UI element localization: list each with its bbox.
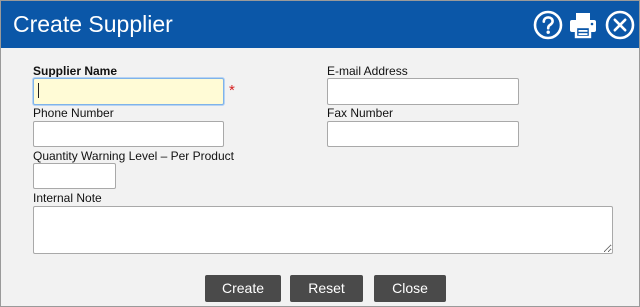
quantity-warning-input[interactable] xyxy=(33,163,116,189)
fax-label: Fax Number xyxy=(327,106,394,120)
supplier-name-input[interactable] xyxy=(33,78,224,105)
phone-label: Phone Number xyxy=(33,106,114,120)
email-input[interactable] xyxy=(327,78,519,105)
create-supplier-dialog: Create Supplier Supplier Name * E-mail A… xyxy=(0,0,640,307)
text-caret xyxy=(38,83,39,98)
required-marker: * xyxy=(229,82,235,99)
dialog-title: Create Supplier xyxy=(13,11,173,37)
dialog-titlebar: Create Supplier xyxy=(1,1,639,48)
close-button[interactable]: Close xyxy=(374,275,446,302)
create-button[interactable]: Create xyxy=(205,275,281,302)
close-icon[interactable] xyxy=(604,9,636,41)
reset-button[interactable]: Reset xyxy=(290,275,363,302)
quantity-warning-label: Quantity Warning Level – Per Product xyxy=(33,149,234,163)
help-icon[interactable] xyxy=(532,9,564,41)
internal-note-label: Internal Note xyxy=(33,191,102,205)
internal-note-textarea[interactable] xyxy=(33,206,613,254)
fax-input[interactable] xyxy=(327,121,519,147)
print-icon[interactable] xyxy=(567,9,599,41)
email-label: E-mail Address xyxy=(327,64,408,78)
phone-input[interactable] xyxy=(33,121,224,147)
supplier-name-label: Supplier Name xyxy=(33,64,118,78)
